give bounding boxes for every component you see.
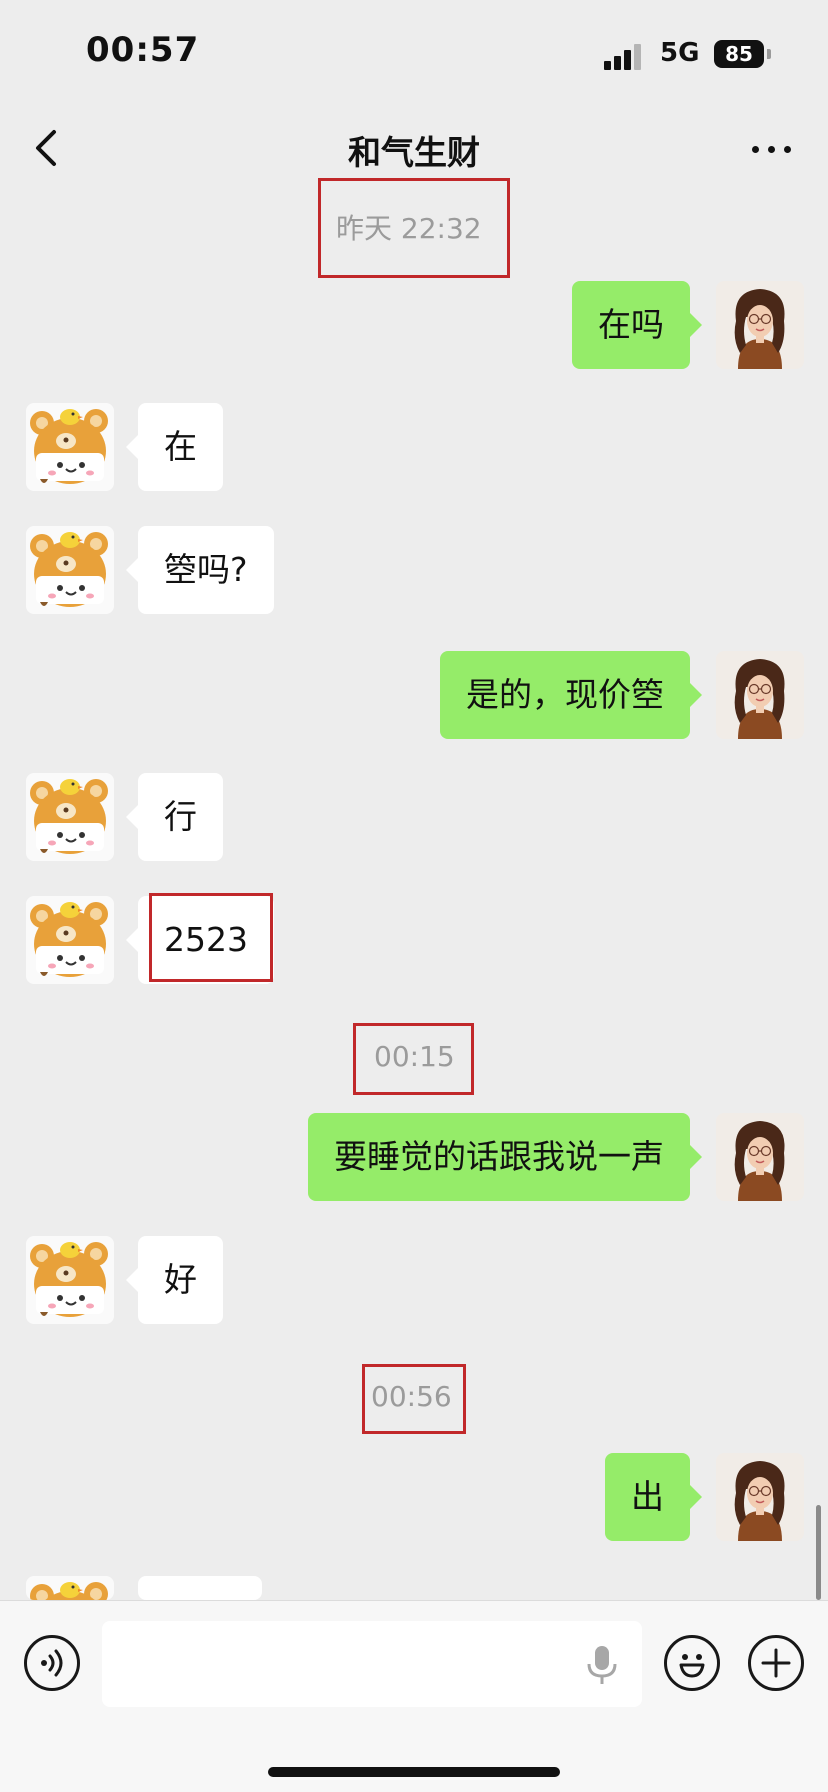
avatar[interactable] xyxy=(716,1453,804,1541)
message-bubble-incoming[interactable]: 在 xyxy=(126,403,223,491)
status-bar: 00:57 5G 85 xyxy=(0,0,828,110)
highlight-box xyxy=(149,893,273,982)
network-type: 5G xyxy=(660,38,700,68)
avatar[interactable] xyxy=(26,896,114,984)
avatar[interactable] xyxy=(26,526,114,614)
message-bubble-incoming[interactable]: 好 xyxy=(126,1236,223,1324)
message-bubble-outgoing[interactable]: 出 xyxy=(605,1453,702,1541)
voice-icon xyxy=(41,1649,63,1677)
avatar[interactable] xyxy=(716,1113,804,1201)
avatar[interactable] xyxy=(26,403,114,491)
timestamp: 00:15 xyxy=(374,1040,455,1073)
cellular-signal-icon xyxy=(604,44,648,70)
more-button[interactable] xyxy=(744,124,800,174)
avatar[interactable] xyxy=(26,1236,114,1324)
message-input[interactable] xyxy=(102,1621,642,1707)
battery-tip xyxy=(767,49,771,59)
status-time: 00:57 xyxy=(86,30,200,70)
plus-icon xyxy=(761,1648,791,1678)
timestamp: 00:56 xyxy=(371,1380,452,1413)
emoji-button[interactable] xyxy=(664,1635,720,1691)
input-bar xyxy=(0,1600,828,1792)
timestamp: 昨天 22:32 xyxy=(336,212,482,245)
mic-icon[interactable] xyxy=(584,1644,620,1686)
avatar[interactable] xyxy=(716,281,804,369)
avatar[interactable] xyxy=(716,651,804,739)
avatar[interactable] xyxy=(26,773,114,861)
emoji-icon xyxy=(679,1654,705,1678)
more-dots-icon xyxy=(768,146,775,153)
message-bubble-outgoing[interactable]: 在吗 xyxy=(572,281,702,369)
plus-button[interactable] xyxy=(748,1635,804,1691)
battery-icon: 85 xyxy=(714,40,764,68)
message-bubble-incoming[interactable]: 行 xyxy=(126,773,223,861)
avatar[interactable] xyxy=(26,1576,114,1600)
chat-title: 和气生财 xyxy=(348,133,480,172)
message-bubble-outgoing[interactable]: 要睡觉的话跟我说一声 xyxy=(308,1113,702,1201)
voice-button[interactable] xyxy=(24,1635,80,1691)
message-bubble-outgoing[interactable]: 是的，现价箜 xyxy=(440,651,702,739)
message-bubble-incoming[interactable]: 箜吗? xyxy=(126,526,274,614)
more-dots-icon xyxy=(752,146,759,153)
scrollbar[interactable] xyxy=(816,1505,821,1600)
message-bubble-incoming[interactable] xyxy=(126,1576,262,1632)
battery-level: 85 xyxy=(725,42,753,66)
home-indicator[interactable] xyxy=(268,1767,560,1777)
more-dots-icon xyxy=(784,146,791,153)
